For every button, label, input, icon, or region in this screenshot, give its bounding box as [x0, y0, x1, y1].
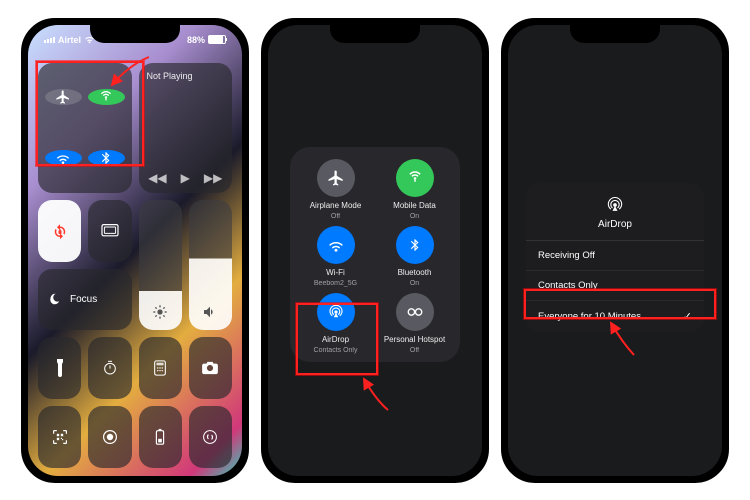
- cellular-cell[interactable]: Mobile Data On: [377, 159, 452, 220]
- shazam-button[interactable]: [189, 406, 232, 468]
- cellular-icon: [406, 169, 424, 187]
- camera-button[interactable]: [189, 337, 232, 399]
- bluetooth-toggle[interactable]: [88, 150, 125, 166]
- statusbar-right: 88%: [187, 35, 226, 45]
- phone-control-center: Airtel 88%: [21, 18, 249, 483]
- prev-icon[interactable]: ◀◀: [148, 171, 166, 185]
- cell-sub: Off: [331, 213, 340, 220]
- low-power-button[interactable]: [139, 406, 182, 468]
- speaker-icon: [202, 304, 218, 320]
- bluetooth-icon: [99, 150, 113, 166]
- screen-record-button[interactable]: [88, 406, 131, 468]
- screen-mirroring-button[interactable]: [88, 200, 131, 262]
- airdrop-icon: [327, 303, 345, 321]
- bluetooth-circle: [396, 226, 434, 264]
- wifi-cell[interactable]: Wi-Fi Beebom2_5G: [298, 226, 373, 287]
- sun-icon: [152, 304, 168, 320]
- airdrop-header: AirDrop: [526, 183, 704, 241]
- airdrop-title: AirDrop: [598, 219, 632, 230]
- calculator-icon: [153, 360, 167, 376]
- timer-icon: [102, 360, 118, 376]
- wifi-circle: [317, 226, 355, 264]
- media-controls: ◀◀ ▶ ▶▶: [148, 171, 222, 185]
- cell-label: Mobile Data: [393, 201, 436, 210]
- screen: AirDrop Receiving Off Contacts Only Ever…: [508, 25, 722, 476]
- rotation-lock-button[interactable]: [38, 200, 81, 262]
- moon-icon: [48, 292, 62, 306]
- hotspot-icon: [406, 306, 424, 318]
- cell-sub: Beebom2_5G: [314, 280, 357, 287]
- cell-sub: On: [410, 280, 419, 287]
- low-power-icon: [154, 428, 166, 446]
- screen: Airtel 88%: [28, 25, 242, 476]
- screen: Airplane Mode Off Mobile Data On Wi-Fi B…: [268, 25, 482, 476]
- shazam-icon: [202, 429, 218, 445]
- cell-sub: On: [410, 213, 419, 220]
- option-label: Receiving Off: [538, 250, 595, 261]
- airplane-icon: [327, 169, 345, 187]
- next-icon[interactable]: ▶▶: [204, 171, 222, 185]
- cellular-circle: [396, 159, 434, 197]
- hotspot-cell[interactable]: Personal Hotspot Off: [377, 293, 452, 354]
- connectivity-panel: Airplane Mode Off Mobile Data On Wi-Fi B…: [290, 147, 460, 362]
- arrow-annotation: [358, 375, 398, 415]
- wifi-toggle[interactable]: [45, 150, 82, 166]
- cell-label: AirDrop: [322, 335, 349, 344]
- flashlight-button[interactable]: [38, 337, 81, 399]
- record-icon: [102, 429, 118, 445]
- flashlight-icon: [53, 359, 67, 377]
- airdrop-option-contacts[interactable]: Contacts Only: [526, 271, 704, 301]
- control-center-grid: Not Playing ◀◀ ▶ ▶▶ Fo: [38, 63, 232, 468]
- qr-icon: [52, 429, 68, 445]
- option-label: Contacts Only: [538, 280, 598, 291]
- notch: [330, 21, 420, 43]
- wifi-icon: [55, 150, 71, 166]
- airplane-cell[interactable]: Airplane Mode Off: [298, 159, 373, 220]
- battery-icon: [208, 35, 226, 44]
- cell-label: Personal Hotspot: [384, 335, 445, 344]
- calculator-button[interactable]: [139, 337, 182, 399]
- airdrop-option-off[interactable]: Receiving Off: [526, 241, 704, 271]
- notch: [90, 21, 180, 43]
- cell-sub: Off: [410, 347, 419, 354]
- bluetooth-cell[interactable]: Bluetooth On: [377, 226, 452, 287]
- airdrop-panel: AirDrop Receiving Off Contacts Only Ever…: [526, 183, 704, 332]
- phone-connectivity-expanded: Airplane Mode Off Mobile Data On Wi-Fi B…: [261, 18, 489, 483]
- notch: [570, 21, 660, 43]
- cell-sub: Contacts Only: [314, 347, 358, 354]
- play-icon[interactable]: ▶: [181, 171, 190, 185]
- camera-icon: [201, 361, 219, 375]
- focus-label: Focus: [70, 294, 97, 305]
- timer-button[interactable]: [88, 337, 131, 399]
- airplane-icon: [55, 89, 71, 105]
- bluetooth-icon: [408, 236, 422, 254]
- airplane-circle: [317, 159, 355, 197]
- cell-label: Wi-Fi: [326, 268, 345, 277]
- brightness-slider[interactable]: [139, 200, 182, 330]
- signal-icon: [44, 37, 55, 43]
- mirror-icon: [100, 223, 120, 239]
- battery-label: 88%: [187, 35, 205, 45]
- cell-label: Bluetooth: [398, 268, 432, 277]
- volume-slider[interactable]: [189, 200, 232, 330]
- wifi-icon: [327, 236, 345, 254]
- airdrop-cell[interactable]: AirDrop Contacts Only: [298, 293, 373, 354]
- arrow-annotation: [606, 320, 646, 360]
- qr-scan-button[interactable]: [38, 406, 81, 468]
- check-icon: ✓: [683, 310, 692, 323]
- airplane-toggle[interactable]: [45, 89, 82, 105]
- arrow-annotation: [104, 55, 154, 95]
- lock-rotation-icon: [51, 222, 69, 240]
- hotspot-circle: [396, 293, 434, 331]
- carrier-label: Airtel: [58, 35, 81, 45]
- statusbar-left: Airtel: [44, 35, 95, 45]
- airdrop-icon: [605, 195, 625, 215]
- focus-button[interactable]: Focus: [38, 269, 132, 331]
- airdrop-circle: [317, 293, 355, 331]
- cell-label: Airplane Mode: [310, 201, 362, 210]
- phone-airdrop-menu: AirDrop Receiving Off Contacts Only Ever…: [501, 18, 729, 483]
